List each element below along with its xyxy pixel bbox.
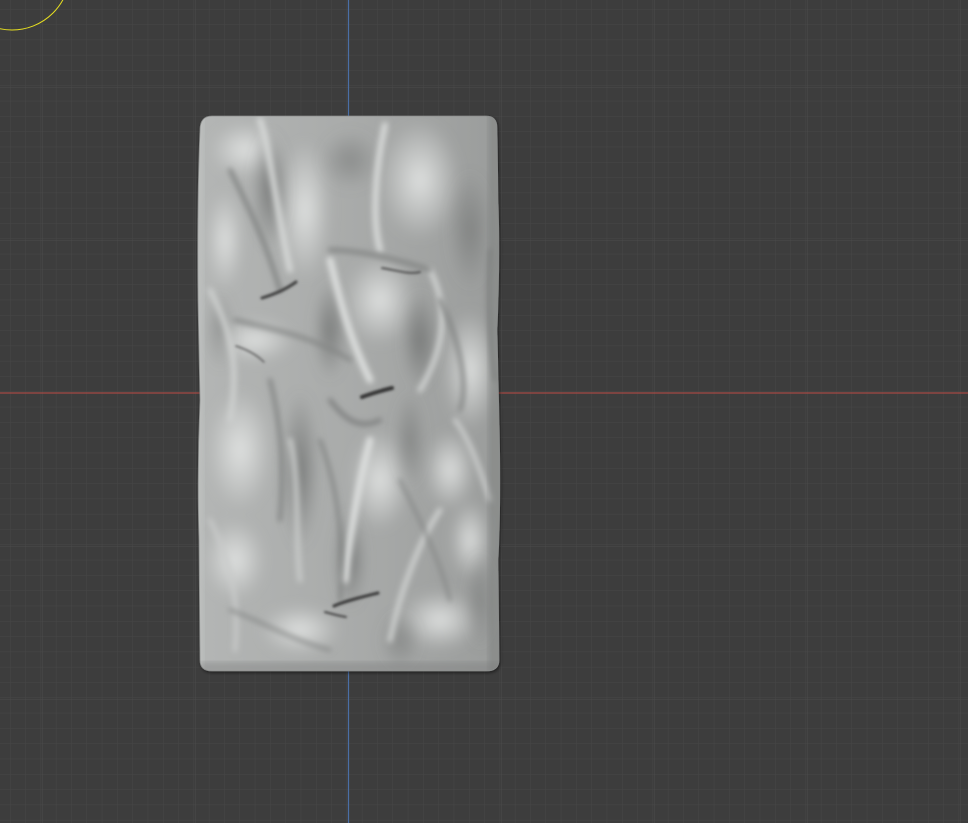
viewport-canvas[interactable] bbox=[0, 0, 968, 823]
cloth-mesh[interactable] bbox=[195, 110, 505, 680]
3d-viewport[interactable] bbox=[0, 0, 968, 823]
